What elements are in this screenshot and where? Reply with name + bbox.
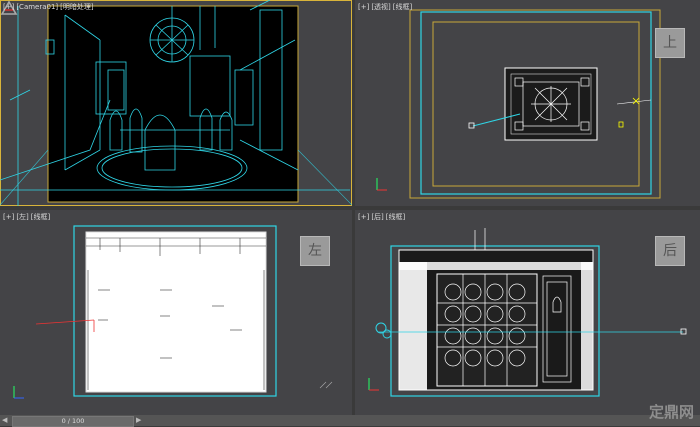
viewport-shading[interactable]: [线框] xyxy=(393,3,412,11)
viewport-menu-plus[interactable]: [+] xyxy=(358,213,369,221)
camera-render xyxy=(0,0,352,206)
watermark-text: 定鼎网 xyxy=(648,403,694,421)
timeline-bar[interactable]: ◀ 0 / 100 ▶ xyxy=(0,415,700,427)
viewport-menu-plus[interactable]: [+] xyxy=(3,213,14,221)
viewcube-icon[interactable]: 后 xyxy=(655,236,685,266)
viewport-left[interactable]: [+] [左] [线框] 左 xyxy=(0,210,352,415)
axis-gizmo-icon xyxy=(376,178,387,191)
viewport-top[interactable]: [+] [透视] [线框] 上 xyxy=(355,0,700,206)
viewcube-icon[interactable]: 上 xyxy=(655,28,685,58)
viewport-camera[interactable]: [+] [Camera01] [明暗处理] xyxy=(0,0,352,206)
viewport-shading[interactable]: [线框] xyxy=(386,213,405,221)
viewport-view-name[interactable]: [后] xyxy=(371,213,383,221)
back-view-drawing xyxy=(368,228,687,397)
viewport-label[interactable]: [+] [左] [线框] xyxy=(3,212,52,222)
viewport-menu-plus[interactable]: [+] xyxy=(3,3,14,11)
axis-gizmo-icon xyxy=(368,378,379,391)
viewport-label[interactable]: [+] [Camera01] [明暗处理] xyxy=(3,2,96,12)
viewport-shading[interactable]: [线框] xyxy=(31,213,50,221)
chevron-right-icon[interactable]: ▶ xyxy=(136,416,144,425)
time-slider[interactable]: 0 / 100 xyxy=(12,416,134,427)
viewport-view-name[interactable]: [左] xyxy=(16,213,28,221)
chevron-left-icon[interactable]: ◀ xyxy=(2,416,10,425)
viewport-label[interactable]: [+] [透视] [线框] xyxy=(358,2,414,12)
top-view-drawing xyxy=(376,9,661,199)
viewport-view-name[interactable]: [透视] xyxy=(371,3,390,11)
viewport-label[interactable]: [+] [后] [线框] xyxy=(358,212,407,222)
viewport-view-name[interactable]: [Camera01] xyxy=(16,3,58,11)
viewport-shading[interactable]: [明暗处理] xyxy=(60,3,93,11)
viewcube-icon[interactable]: 左 xyxy=(300,236,330,266)
viewport-menu-plus[interactable]: [+] xyxy=(358,3,369,11)
axis-gizmo-icon xyxy=(13,386,24,399)
viewport-back[interactable]: [+] [后] [线框] 后 xyxy=(355,210,700,415)
